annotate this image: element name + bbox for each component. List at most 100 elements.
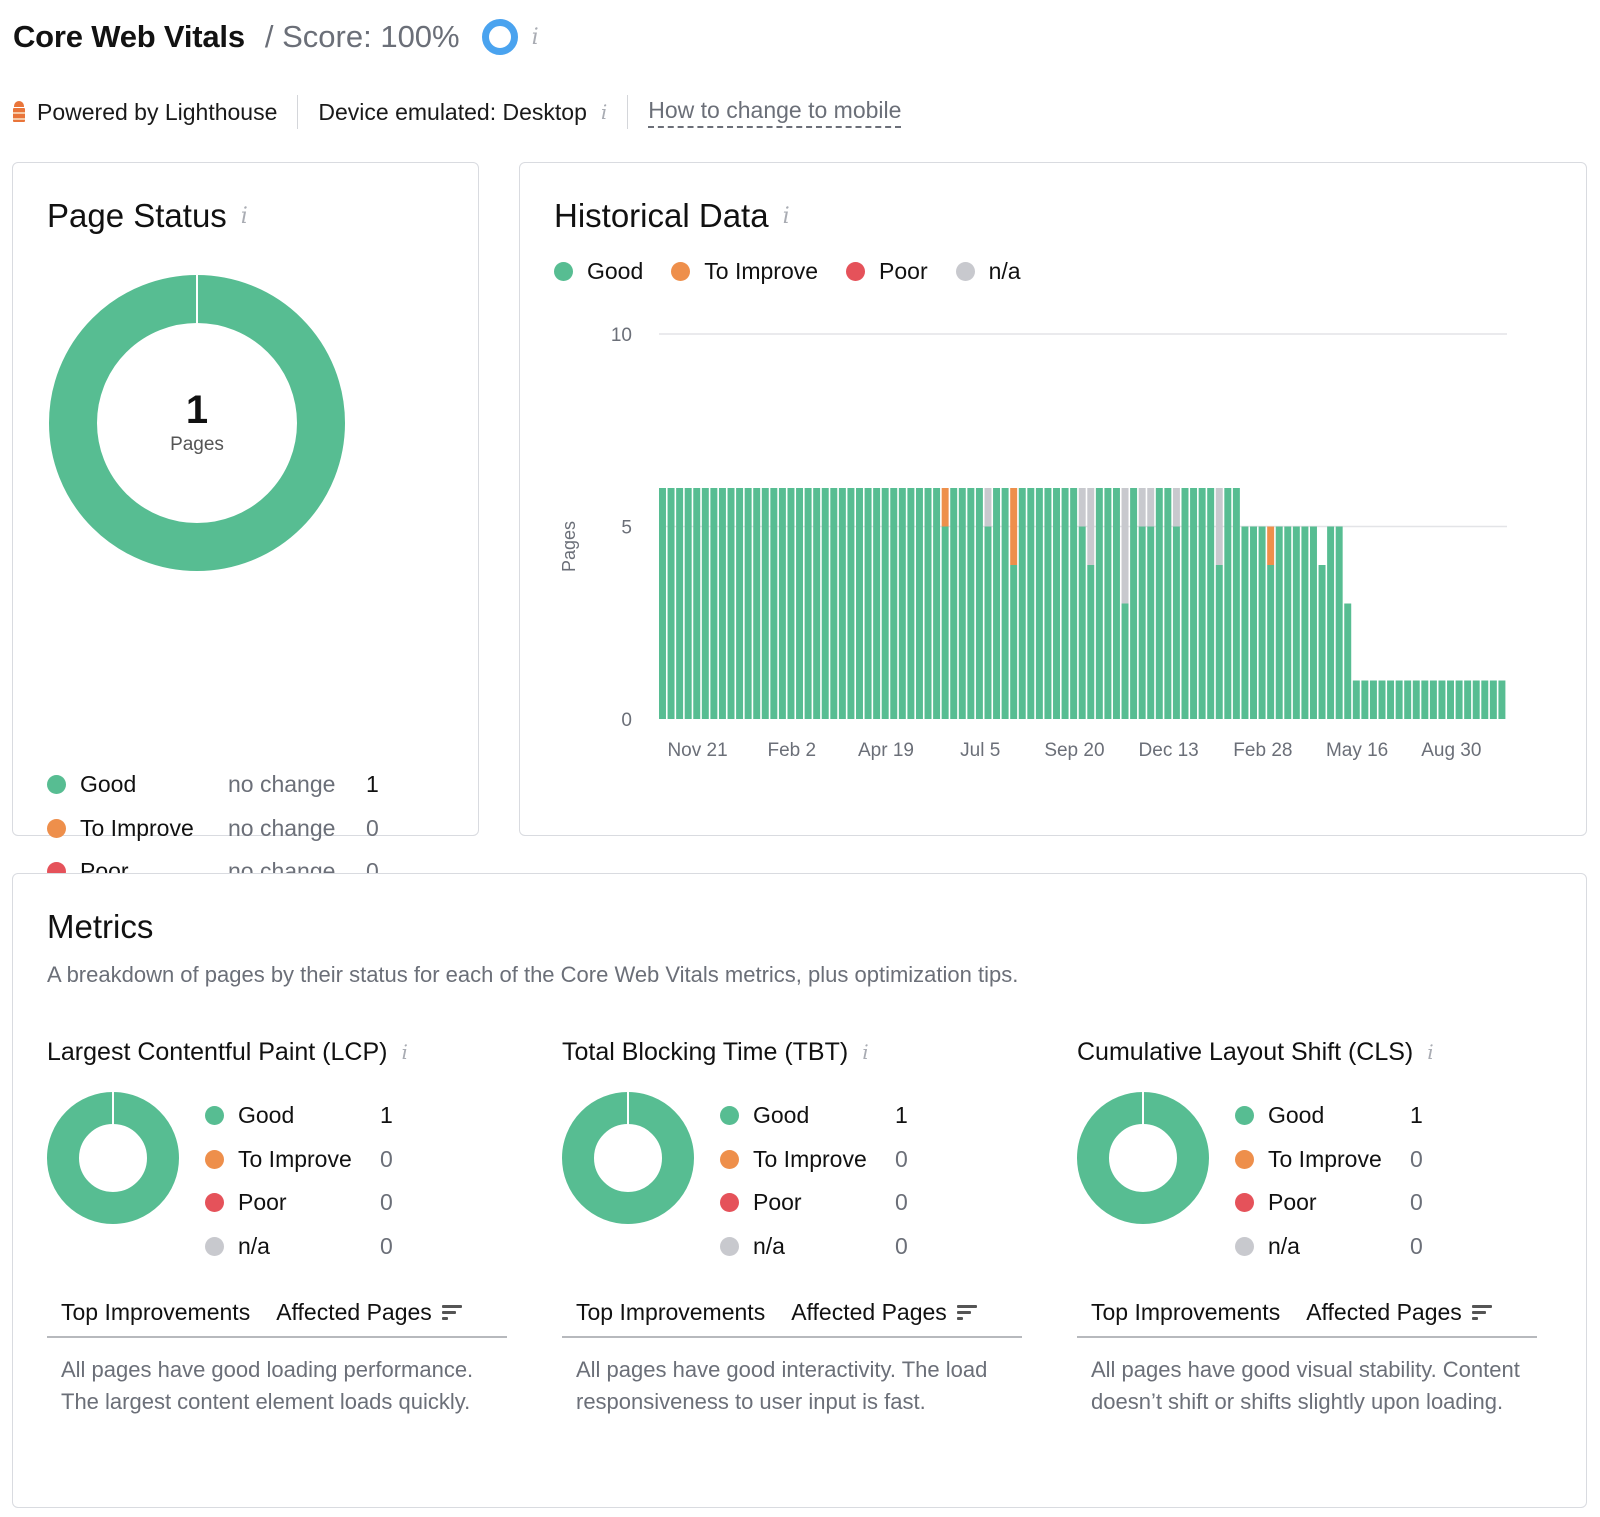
metric-title-text: Total Blocking Time (TBT) xyxy=(562,1037,849,1066)
row-value: 1 xyxy=(895,1102,908,1129)
bar-good xyxy=(1258,526,1266,719)
info-icon[interactable]: i xyxy=(241,204,248,229)
metric-row-na[interactable]: n/a 0 xyxy=(720,1225,908,1269)
bar-n-a xyxy=(1121,488,1129,604)
metrics-card: Metrics A breakdown of pages by their st… xyxy=(12,873,1587,1508)
bar-good xyxy=(693,488,701,719)
status-row-good[interactable]: Good no change 1 xyxy=(47,763,467,807)
bar-good xyxy=(1232,488,1240,719)
bar-good xyxy=(778,488,786,719)
total-pages-label: Pages xyxy=(170,434,224,455)
change-to-mobile-link[interactable]: How to change to mobile xyxy=(648,97,902,128)
bar-good xyxy=(1404,680,1412,719)
poor-dot-icon xyxy=(846,262,866,281)
legend-item-poor[interactable]: Poor xyxy=(846,258,928,285)
bar-good xyxy=(1095,488,1103,719)
legend-label: To Improve xyxy=(704,258,819,284)
bar-good xyxy=(924,488,932,719)
bar-n-a xyxy=(1087,488,1095,565)
bar-good xyxy=(1318,565,1326,719)
bar-good xyxy=(761,488,769,719)
score-label: / Score: 100% xyxy=(264,19,460,54)
score-ring-icon xyxy=(481,19,518,55)
tab-top-improvements[interactable]: Top Improvements xyxy=(576,1299,765,1326)
metric-row-to-improve[interactable]: To Improve 0 xyxy=(205,1138,393,1182)
bar-good xyxy=(941,526,949,719)
metric-tabs: Top Improvements Affected Pages xyxy=(1077,1288,1537,1338)
metric-row-good[interactable]: Good 1 xyxy=(720,1094,908,1138)
tab-top-improvements[interactable]: Top Improvements xyxy=(61,1299,250,1326)
bar-good xyxy=(1412,680,1420,719)
sort-icon[interactable] xyxy=(956,1304,977,1320)
bar-good xyxy=(1455,680,1463,719)
sort-icon[interactable] xyxy=(1471,1304,1492,1320)
sort-icon[interactable] xyxy=(441,1304,462,1320)
card-title: Historical Data i xyxy=(554,197,790,235)
legend-item-to-improve[interactable]: To Improve xyxy=(671,258,818,285)
info-icon[interactable]: i xyxy=(401,1040,407,1064)
bar-good xyxy=(1181,488,1189,719)
bar-good xyxy=(1001,488,1009,719)
row-value: 0 xyxy=(1410,1189,1423,1216)
x-tick-label: Apr 19 xyxy=(858,740,914,761)
historical-data-title: Historical Data xyxy=(554,197,769,234)
bar-good xyxy=(1301,526,1309,719)
metric-row-na[interactable]: n/a 0 xyxy=(205,1225,393,1269)
row-value: 0 xyxy=(895,1232,908,1259)
bar-good xyxy=(1190,488,1198,719)
bar-good xyxy=(1147,526,1155,719)
divider xyxy=(627,95,629,129)
metric-row-good[interactable]: Good 1 xyxy=(1235,1094,1423,1138)
metric-row-na[interactable]: n/a 0 xyxy=(1235,1225,1423,1269)
powered-by-label: Powered by Lighthouse xyxy=(37,98,278,125)
info-icon[interactable]: i xyxy=(532,25,539,50)
tab-top-improvements[interactable]: Top Improvements xyxy=(1091,1299,1280,1326)
bar-good xyxy=(1378,680,1386,719)
metric-row-poor[interactable]: Poor 0 xyxy=(205,1181,393,1225)
row-label: n/a xyxy=(238,1232,270,1259)
y-tick-label: 5 xyxy=(621,518,632,539)
bar-good xyxy=(1395,680,1403,719)
tab-affected-pages[interactable]: Affected Pages xyxy=(276,1299,462,1326)
bar-good xyxy=(881,488,889,719)
card-title: Page Status i xyxy=(47,197,248,235)
tab-affected-pages[interactable]: Affected Pages xyxy=(791,1299,977,1326)
row-value: 0 xyxy=(1410,1145,1423,1172)
metric-row-good[interactable]: Good 1 xyxy=(205,1094,393,1138)
bar-good xyxy=(907,488,915,719)
legend-item-good[interactable]: Good xyxy=(554,258,643,285)
poor-dot-icon xyxy=(720,1193,739,1213)
bar-good xyxy=(1198,488,1206,719)
bar-good xyxy=(667,488,675,719)
status-row-to-improve[interactable]: To Improve no change 0 xyxy=(47,807,467,851)
y-tick-label: 10 xyxy=(611,325,632,346)
bar-good xyxy=(898,488,906,719)
metric-donut[interactable] xyxy=(1077,1092,1209,1224)
x-tick-label: Sep 20 xyxy=(1044,740,1104,761)
status-label: To Improve xyxy=(80,814,194,841)
bar-good xyxy=(1010,565,1018,719)
info-icon[interactable]: i xyxy=(1427,1040,1433,1064)
metric-row-to-improve[interactable]: To Improve 0 xyxy=(720,1138,908,1182)
metric-donut[interactable] xyxy=(47,1092,179,1224)
bar-good xyxy=(710,488,718,719)
metric-row-poor[interactable]: Poor 0 xyxy=(1235,1181,1423,1225)
historical-data-card: 0 5 10 Pages Nov 21 Feb 2 Apr 19 Jul 5 Sep 20 Dec… xyxy=(519,162,1587,836)
bar-good xyxy=(967,488,975,719)
legend-label: n/a xyxy=(988,258,1021,284)
page-status-title: Page Status xyxy=(47,197,227,234)
metric-row-to-improve[interactable]: To Improve 0 xyxy=(1235,1138,1423,1182)
legend-item-na[interactable]: n/a xyxy=(955,258,1021,285)
bar-to-improve xyxy=(1010,488,1018,565)
info-icon[interactable]: i xyxy=(783,204,790,229)
info-icon[interactable]: i xyxy=(601,100,607,124)
row-label: Good xyxy=(1268,1102,1325,1129)
metric-row-poor[interactable]: Poor 0 xyxy=(720,1181,908,1225)
tab-affected-pages[interactable]: Affected Pages xyxy=(1306,1299,1492,1326)
bar-good xyxy=(659,488,666,719)
bar-good xyxy=(1250,526,1257,719)
metric-donut[interactable] xyxy=(562,1092,694,1224)
page-header: Core Web Vitals / Score: 100% i xyxy=(13,14,539,60)
info-icon[interactable]: i xyxy=(862,1040,868,1064)
metric-legend: Good 1 To Improve 0 Poor 0 n/a 0 xyxy=(205,1094,393,1268)
